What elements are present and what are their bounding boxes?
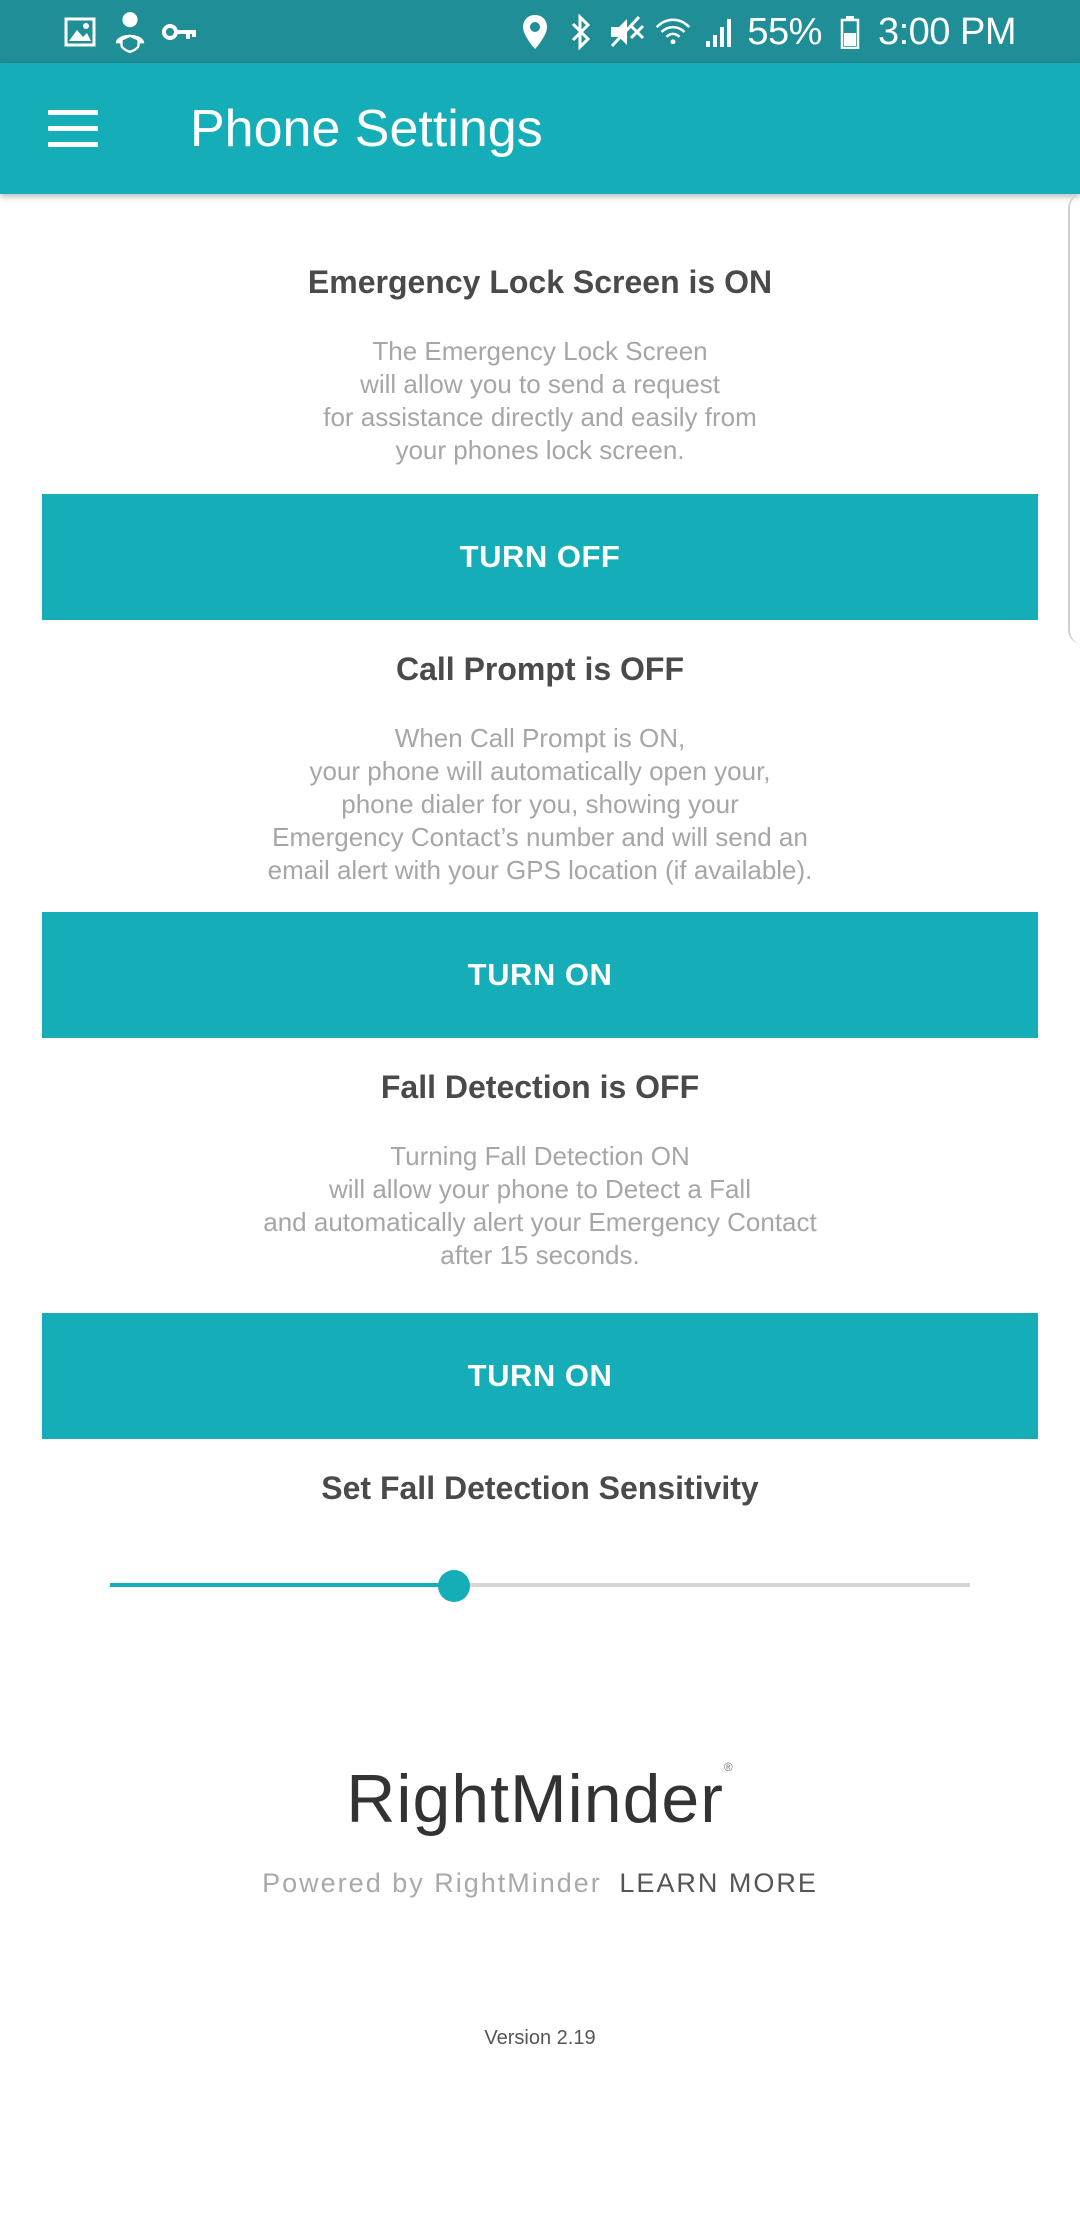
signal-icon	[701, 14, 737, 50]
user-shield-icon	[112, 12, 148, 54]
call-prompt-toggle-button[interactable]: TURN ON	[42, 912, 1038, 1038]
battery-percent: 55%	[747, 10, 822, 53]
slider-fill	[110, 1583, 454, 1587]
powered-by-text: Powered by RightMinder	[262, 1868, 602, 1898]
status-bar-right: 55% 3:00 PM	[517, 8, 1017, 56]
rightminder-logo: RightMinder®	[346, 1760, 734, 1837]
fall-detection-title: Fall Detection is OFF	[380, 1069, 700, 1105]
call-prompt-title: Call Prompt is OFF	[395, 651, 685, 687]
sensitivity-title: Set Fall Detection Sensitivity	[321, 1470, 759, 1506]
emergency-lock-screen-description: The Emergency Lock Screen will allow you…	[323, 336, 757, 465]
page-title: Phone Settings	[190, 100, 543, 158]
version-label: Version 2.19	[484, 2027, 596, 2049]
location-icon	[517, 14, 553, 50]
emergency-lock-screen-title: Emergency Lock Screen is ON	[307, 264, 773, 300]
learn-more-link[interactable]: LEARN MORE	[619, 1868, 818, 1898]
emergency-lock-screen-toggle-button[interactable]: TURN OFF	[42, 494, 1038, 620]
fall-detection-toggle-button[interactable]: TURN ON	[42, 1313, 1038, 1439]
powered-by-line: Powered by RightMinder LEARN MORE	[0, 1868, 1080, 1899]
mute-icon	[609, 14, 645, 50]
hamburger-menu-icon[interactable]	[30, 93, 115, 163]
status-bar: 55% 3:00 PM	[0, 0, 1080, 63]
clock: 3:00 PM	[877, 10, 1017, 53]
image-icon	[62, 14, 98, 50]
fall-detection-description: Turning Fall Detection ON will allow you…	[263, 1141, 817, 1270]
slider-thumb[interactable]	[438, 1570, 470, 1602]
bluetooth-icon	[563, 14, 599, 50]
app-bar: Phone Settings	[0, 63, 1080, 194]
sensitivity-slider[interactable]	[110, 1568, 970, 1604]
call-prompt-description: When Call Prompt is ON, your phone will …	[267, 723, 813, 885]
wifi-icon	[655, 14, 691, 50]
status-bar-left	[62, 8, 198, 56]
battery-icon	[832, 14, 868, 50]
key-icon	[162, 14, 198, 50]
